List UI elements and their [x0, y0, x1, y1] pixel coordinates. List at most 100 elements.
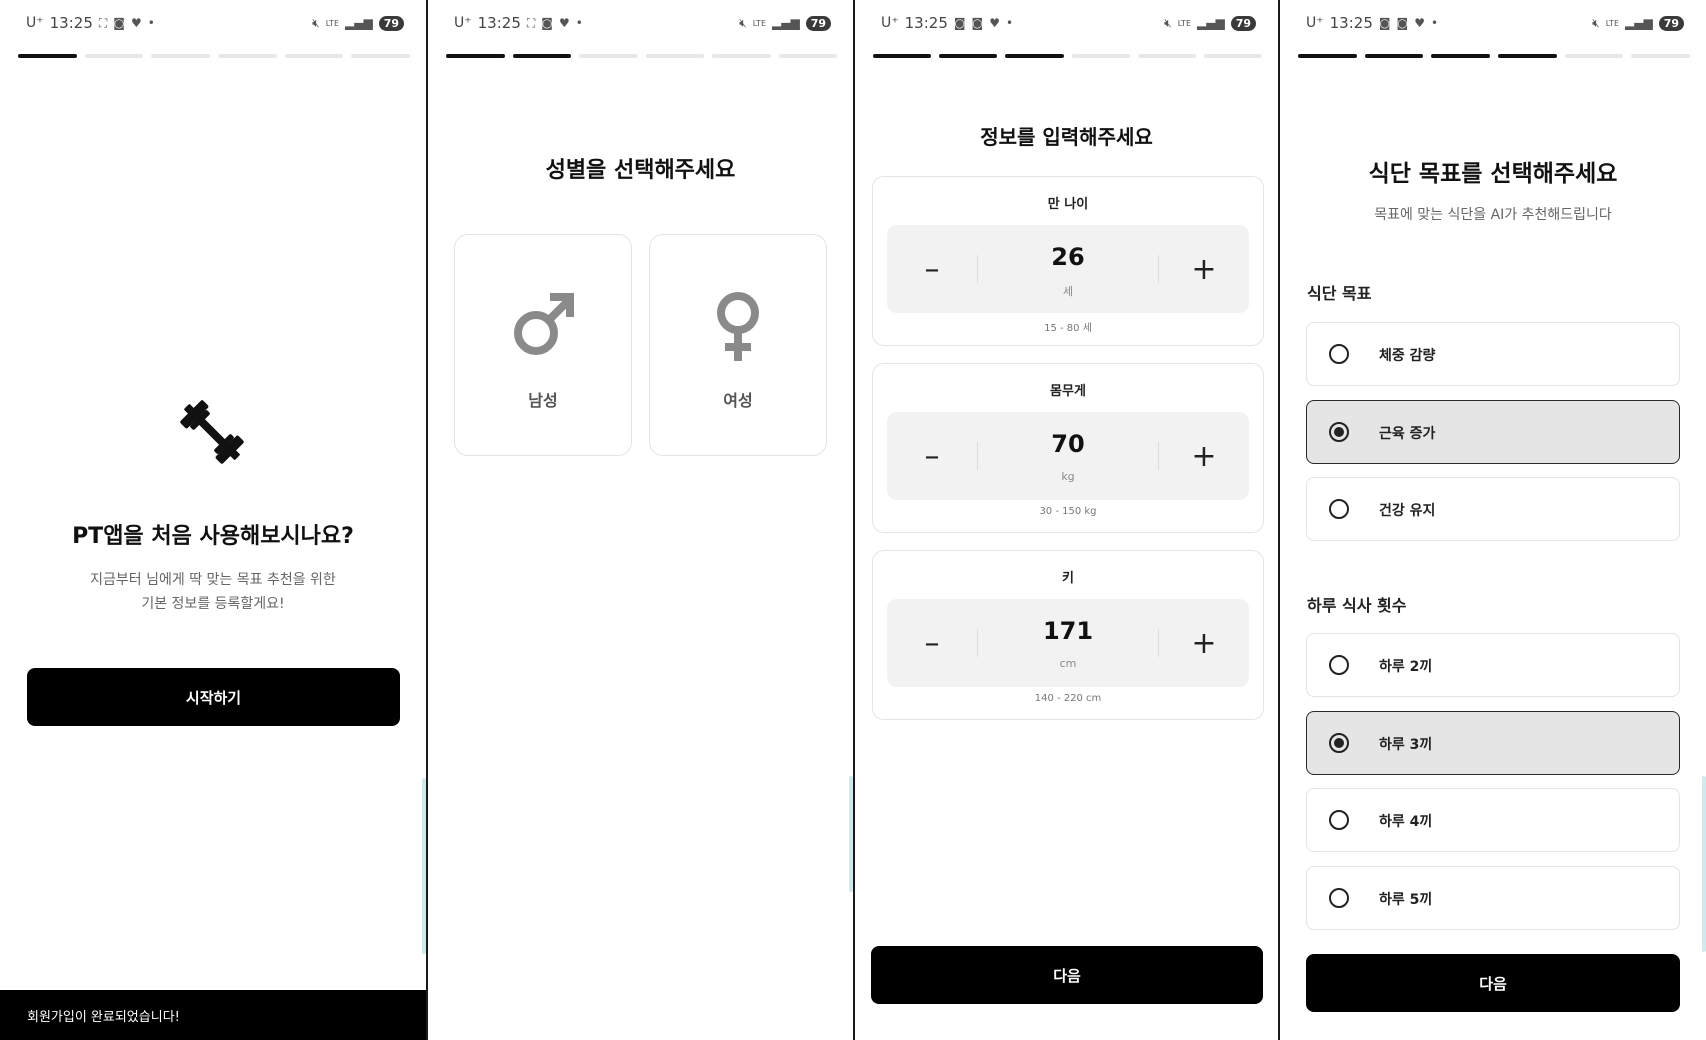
scroll-indicator [1702, 776, 1706, 952]
progress-segment [645, 54, 704, 58]
onboarding-progress [18, 54, 411, 58]
age-increment-button[interactable]: + [1159, 225, 1249, 313]
screen-intro: U⁺ 13:25 ⛶ ◙ ♥ • 🔇︎ LTE ▂▄▆ 79 PT앱을 처음 사… [0, 0, 426, 1040]
progress-segment [778, 54, 837, 58]
progress-segment [1498, 54, 1557, 58]
onboarding-progress [873, 54, 1263, 58]
network-label: LTE [1177, 18, 1191, 28]
radio-icon [1329, 499, 1349, 519]
clock: 13:25 [49, 14, 93, 32]
meal-option-label: 하루 3끼 [1379, 737, 1433, 753]
progress-segment [1364, 54, 1424, 58]
gender-option-female[interactable]: 여성 [649, 234, 827, 456]
clock: 13:25 [1329, 14, 1373, 32]
mute-icon: 🔇︎ [1164, 15, 1172, 30]
dot-icon: • [1430, 16, 1439, 30]
dot-icon: • [1005, 16, 1014, 30]
intro-title: PT앱을 처음 사용해보시나요? [72, 524, 354, 549]
meals-section-label: 하루 식사 횟수 [1307, 596, 1407, 615]
meal-option-2[interactable]: 하루 2끼 [1306, 633, 1680, 697]
start-button[interactable]: 시작하기 [27, 668, 400, 726]
carrier-label: U⁺ [454, 15, 472, 31]
progress-segment [1071, 54, 1130, 58]
app-notification-icon: ◙ [1378, 16, 1391, 30]
intro-subtitle: 지금부터 님에게 딱 맞는 목표 추천을 위한 기본 정보를 등록할게요! [0, 568, 426, 616]
progress-segment [446, 54, 505, 58]
radio-selected-icon [1329, 733, 1349, 753]
onboarding-progress [446, 54, 837, 58]
progress-segment [1564, 54, 1624, 58]
carrier-label: U⁺ [1306, 15, 1324, 31]
screen-body-info: U⁺ 13:25 ◙ ◙ ♥ • 🔇︎ LTE ▂▄▆ 79 정보를 입력해주세… [855, 0, 1278, 1040]
weight-stepper: – 70 kg + [887, 412, 1249, 500]
progress-segment [351, 54, 411, 58]
dot-icon: • [147, 16, 155, 30]
status-bar: U⁺ 13:25 ◙ ◙ ♥ • 🔇︎ LTE ▂▄▆ 79 [1280, 12, 1706, 34]
app-notification-icon: ◙ [113, 16, 125, 30]
status-bar: U⁺ 13:25 ⛶ ◙ ♥ • 🔇︎ LTE ▂▄▆ 79 [0, 12, 426, 34]
clock: 13:25 [477, 14, 521, 32]
meal-option-4[interactable]: 하루 4끼 [1306, 788, 1680, 852]
female-icon [717, 292, 759, 361]
progress-segment [1431, 54, 1491, 58]
diet-title: 식단 목표를 선택해주세요 [1368, 161, 1618, 187]
progress-segment [1631, 54, 1691, 58]
mute-icon: 🔇︎ [739, 15, 747, 30]
next-button[interactable]: 다음 [1306, 954, 1680, 1012]
clock: 13:25 [904, 14, 948, 32]
heart-icon: ♥ [130, 16, 142, 30]
height-field: 키 – 171 cm + 140 - 220 cm [872, 550, 1264, 720]
progress-segment [1137, 54, 1196, 58]
goal-option-weight-loss[interactable]: 체중 감량 [1306, 322, 1680, 386]
toast-message: 회원가입이 완료되었습니다! [0, 990, 426, 1040]
meal-option-3[interactable]: 하루 3끼 [1306, 711, 1680, 775]
signal-icon: ▂▄▆ [1625, 16, 1653, 30]
app-notification-icon: ◙ [953, 16, 966, 30]
gender-label-male: 남성 [528, 391, 558, 410]
height-stepper: – 171 cm + [887, 599, 1249, 687]
weight-increment-button[interactable]: + [1159, 412, 1249, 500]
goal-option-muscle-gain[interactable]: 근육 증가 [1306, 400, 1680, 464]
height-increment-button[interactable]: + [1159, 599, 1249, 687]
gender-option-male[interactable]: 남성 [454, 234, 632, 456]
screen-capture-icon: ⛶ [98, 15, 108, 30]
onboarding-progress [1298, 54, 1691, 58]
gender-label-female: 여성 [723, 391, 753, 410]
mute-icon: 🔇︎ [312, 15, 320, 30]
battery-indicator: 79 [378, 15, 404, 31]
height-range: 140 - 220 cm [1034, 693, 1102, 704]
age-range: 15 - 80 세 [1044, 323, 1092, 334]
battery-indicator: 79 [1230, 15, 1256, 31]
signal-icon: ▂▄▆ [1197, 16, 1225, 30]
progress-segment [84, 54, 144, 58]
age-field: 만 나이 – 26 세 + 15 - 80 세 [872, 176, 1264, 346]
progress-segment [151, 54, 211, 58]
meal-option-5[interactable]: 하루 5끼 [1306, 866, 1680, 930]
goal-option-health-maintenance[interactable]: 건강 유지 [1306, 477, 1680, 541]
status-bar: U⁺ 13:25 ◙ ◙ ♥ • 🔇︎ LTE ▂▄▆ 79 [855, 12, 1278, 34]
progress-segment [18, 54, 77, 58]
weight-field: 몸무게 – 70 kg + 30 - 150 kg [872, 363, 1264, 533]
status-bar: U⁺ 13:25 ⛶ ◙ ♥ • 🔇︎ LTE ▂▄▆ 79 [428, 12, 853, 34]
network-label: LTE [752, 18, 766, 28]
barbell-icon [180, 400, 244, 464]
carrier-label: U⁺ [26, 15, 44, 31]
progress-segment [1005, 54, 1064, 58]
progress-segment [939, 54, 998, 58]
weight-label: 몸무게 [1050, 384, 1086, 399]
age-label: 만 나이 [1047, 197, 1089, 212]
screen-diet-goal: U⁺ 13:25 ◙ ◙ ♥ • 🔇︎ LTE ▂▄▆ 79 식단 목표를 선택… [1280, 0, 1706, 1040]
male-icon [514, 293, 574, 355]
radio-selected-icon [1329, 422, 1349, 442]
app-notification-icon: ◙ [971, 16, 984, 30]
progress-segment [218, 54, 277, 58]
progress-segment [284, 54, 344, 58]
progress-segment [579, 54, 638, 58]
next-button[interactable]: 다음 [871, 946, 1263, 1004]
weight-range: 30 - 150 kg [1039, 506, 1097, 517]
app-notification-icon: ◙ [1396, 16, 1409, 30]
meal-option-label: 하루 5끼 [1379, 892, 1433, 908]
progress-segment [1203, 54, 1263, 58]
battery-indicator: 79 [1658, 15, 1684, 31]
radio-icon [1329, 344, 1349, 364]
